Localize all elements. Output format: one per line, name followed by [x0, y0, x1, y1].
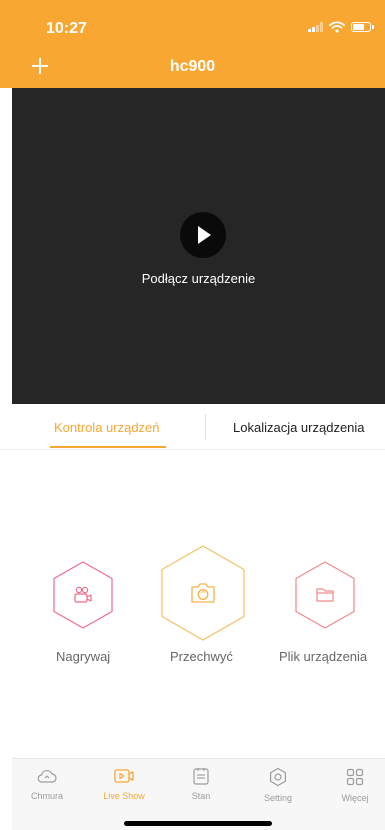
grid-icon [346, 768, 364, 786]
tab-device-control[interactable]: Kontrola urządzeń [54, 420, 160, 435]
video-preview[interactable]: Podłącz urządzenie [12, 88, 385, 404]
bottom-tab-live-show-label: Live Show [103, 791, 145, 801]
record-label: Nagrywaj [56, 649, 111, 664]
bottom-tab-more-label: Więcej [341, 793, 369, 803]
capture-label: Przechwyć [170, 649, 233, 664]
bottom-tab-cloud-label: Chmura [30, 791, 63, 801]
signal-icon [308, 22, 323, 32]
home-indicator [124, 821, 272, 826]
bottom-tab-more[interactable]: Więcej [323, 767, 385, 803]
status-bar: 10:27 [0, 0, 385, 44]
cloud-icon [37, 769, 57, 783]
status-time: 10:27 [46, 20, 87, 37]
bottom-tab-status-label: Stan [191, 791, 211, 801]
tab-divider [205, 414, 206, 440]
gear-icon [269, 767, 286, 787]
connect-device-text: Podłącz urządzenie [141, 271, 256, 286]
status-icons [308, 21, 374, 33]
camera-icon [191, 583, 215, 603]
tab-device-location[interactable]: Lokalizacja urządzenia [233, 420, 365, 435]
device-file-button[interactable] [294, 560, 356, 630]
nav-bar: hc900 [0, 44, 385, 88]
bottom-tab-bar: Chmura Live Show Stan Setting Więcej [12, 758, 385, 830]
record-button[interactable] [52, 560, 114, 630]
bottom-tab-cloud[interactable]: Chmura [15, 767, 79, 801]
page-title: hc900 [169, 58, 216, 75]
battery-icon [351, 22, 374, 32]
capture-button[interactable] [160, 544, 246, 642]
folder-icon [316, 588, 334, 602]
live-show-icon [114, 769, 134, 783]
bottom-tab-setting[interactable]: Setting [246, 767, 310, 803]
video-camera-icon [74, 586, 92, 603]
active-tab-indicator [50, 446, 166, 448]
wifi-icon [329, 21, 345, 33]
device-file-label: Plik urządzenia [279, 649, 368, 664]
bottom-tab-setting-label: Setting [263, 793, 293, 803]
bottom-tab-status[interactable]: Stan [169, 767, 233, 801]
play-button[interactable] [180, 212, 226, 258]
bottom-tab-live-show[interactable]: Live Show [92, 767, 156, 801]
tab-bar: Kontrola urządzeń Lokalizacja urządzenia [0, 404, 385, 450]
status-icon [193, 768, 209, 785]
